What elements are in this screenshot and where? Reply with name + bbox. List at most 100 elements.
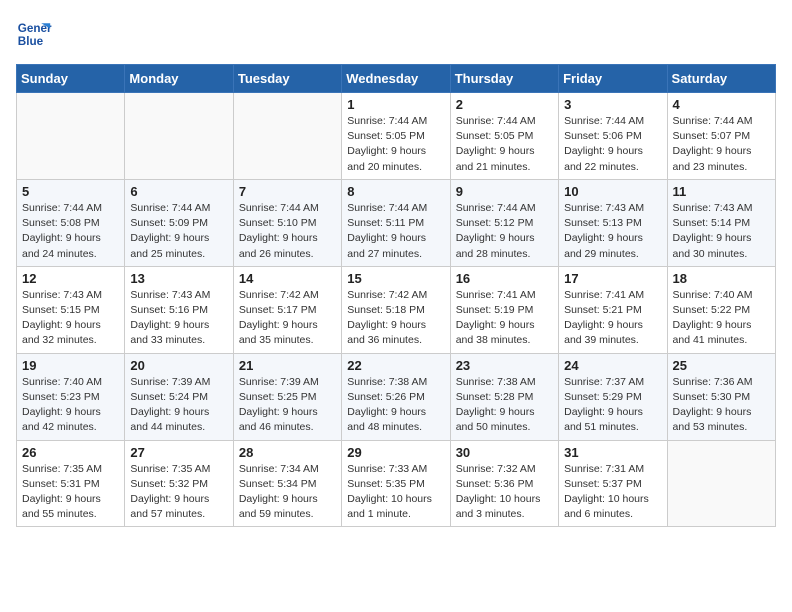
day-of-week-header: Thursday xyxy=(450,65,558,93)
day-number: 30 xyxy=(456,445,553,460)
day-number: 5 xyxy=(22,184,119,199)
day-number: 31 xyxy=(564,445,661,460)
day-info: Sunrise: 7:44 AM Sunset: 5:06 PM Dayligh… xyxy=(564,114,661,175)
day-number: 6 xyxy=(130,184,227,199)
calendar-day-cell: 22 Sunrise: 7:38 AM Sunset: 5:26 PM Dayli… xyxy=(342,353,450,440)
day-of-week-header: Wednesday xyxy=(342,65,450,93)
calendar-day-cell: 6 Sunrise: 7:44 AM Sunset: 5:09 PM Daylig… xyxy=(125,179,233,266)
day-info: Sunrise: 7:43 AM Sunset: 5:15 PM Dayligh… xyxy=(22,288,119,349)
day-of-week-header: Saturday xyxy=(667,65,775,93)
day-number: 23 xyxy=(456,358,553,373)
calendar-day-cell: 21Sunrise: 7:39 AM Sunset: 5:25 PM Dayli… xyxy=(233,353,341,440)
day-number: 10 xyxy=(564,184,661,199)
calendar-day-cell: 30 Sunrise: 7:32 AM Sunset: 5:36 PM Dayli… xyxy=(450,440,558,527)
day-number: 7 xyxy=(239,184,336,199)
day-number: 22 xyxy=(347,358,444,373)
day-info: Sunrise: 7:42 AM Sunset: 5:17 PM Dayligh… xyxy=(239,288,336,349)
calendar-day-cell: 20 Sunrise: 7:39 AM Sunset: 5:24 PM Dayli… xyxy=(125,353,233,440)
calendar-day-cell: 19 Sunrise: 7:40 AM Sunset: 5:23 PM Dayli… xyxy=(17,353,125,440)
day-number: 29 xyxy=(347,445,444,460)
day-number: 19 xyxy=(22,358,119,373)
day-number: 26 xyxy=(22,445,119,460)
calendar-day-cell: 18 Sunrise: 7:40 AM Sunset: 5:22 PM Dayli… xyxy=(667,266,775,353)
calendar-table: SundayMondayTuesdayWednesdayThursdayFrid… xyxy=(16,64,776,527)
day-number: 2 xyxy=(456,97,553,112)
calendar-day-cell xyxy=(125,93,233,180)
day-info: Sunrise: 7:44 AM Sunset: 5:09 PM Dayligh… xyxy=(130,201,227,262)
day-info: Sunrise: 7:44 AM Sunset: 5:07 PM Dayligh… xyxy=(673,114,770,175)
calendar-day-cell: 11Sunrise: 7:43 AM Sunset: 5:14 PM Dayli… xyxy=(667,179,775,266)
day-info: Sunrise: 7:35 AM Sunset: 5:31 PM Dayligh… xyxy=(22,462,119,523)
day-info: Sunrise: 7:38 AM Sunset: 5:26 PM Dayligh… xyxy=(347,375,444,436)
svg-text:Blue: Blue xyxy=(18,35,44,48)
day-number: 16 xyxy=(456,271,553,286)
day-number: 8 xyxy=(347,184,444,199)
calendar-day-cell: 31 Sunrise: 7:31 AM Sunset: 5:37 PM Dayli… xyxy=(559,440,667,527)
calendar-day-cell: 10 Sunrise: 7:43 AM Sunset: 5:13 PM Dayli… xyxy=(559,179,667,266)
day-info: Sunrise: 7:38 AM Sunset: 5:28 PM Dayligh… xyxy=(456,375,553,436)
day-info: Sunrise: 7:36 AM Sunset: 5:30 PM Dayligh… xyxy=(673,375,770,436)
calendar-week-row: 12 Sunrise: 7:43 AM Sunset: 5:15 PM Dayli… xyxy=(17,266,776,353)
calendar-day-cell: 4 Sunrise: 7:44 AM Sunset: 5:07 PM Daylig… xyxy=(667,93,775,180)
day-info: Sunrise: 7:44 AM Sunset: 5:12 PM Dayligh… xyxy=(456,201,553,262)
day-info: Sunrise: 7:31 AM Sunset: 5:37 PM Dayligh… xyxy=(564,462,661,523)
day-of-week-header: Sunday xyxy=(17,65,125,93)
day-number: 1 xyxy=(347,97,444,112)
day-number: 13 xyxy=(130,271,227,286)
calendar-day-cell: 7 Sunrise: 7:44 AM Sunset: 5:10 PM Daylig… xyxy=(233,179,341,266)
calendar-day-cell: 2 Sunrise: 7:44 AM Sunset: 5:05 PM Daylig… xyxy=(450,93,558,180)
day-number: 15 xyxy=(347,271,444,286)
day-of-week-header: Friday xyxy=(559,65,667,93)
calendar-day-cell: 3Sunrise: 7:44 AM Sunset: 5:06 PM Daylig… xyxy=(559,93,667,180)
day-info: Sunrise: 7:44 AM Sunset: 5:11 PM Dayligh… xyxy=(347,201,444,262)
calendar-header-row: SundayMondayTuesdayWednesdayThursdayFrid… xyxy=(17,65,776,93)
day-info: Sunrise: 7:32 AM Sunset: 5:36 PM Dayligh… xyxy=(456,462,553,523)
calendar-day-cell xyxy=(17,93,125,180)
calendar-day-cell: 16 Sunrise: 7:41 AM Sunset: 5:19 PM Dayli… xyxy=(450,266,558,353)
day-number: 18 xyxy=(673,271,770,286)
calendar-day-cell: 12 Sunrise: 7:43 AM Sunset: 5:15 PM Dayli… xyxy=(17,266,125,353)
calendar-week-row: 19 Sunrise: 7:40 AM Sunset: 5:23 PM Dayli… xyxy=(17,353,776,440)
calendar-day-cell: 1Sunrise: 7:44 AM Sunset: 5:05 PM Daylig… xyxy=(342,93,450,180)
day-info: Sunrise: 7:44 AM Sunset: 5:08 PM Dayligh… xyxy=(22,201,119,262)
day-number: 14 xyxy=(239,271,336,286)
day-info: Sunrise: 7:34 AM Sunset: 5:34 PM Dayligh… xyxy=(239,462,336,523)
day-info: Sunrise: 7:40 AM Sunset: 5:22 PM Dayligh… xyxy=(673,288,770,349)
logo-icon: General Blue xyxy=(16,16,52,52)
day-info: Sunrise: 7:39 AM Sunset: 5:24 PM Dayligh… xyxy=(130,375,227,436)
day-number: 28 xyxy=(239,445,336,460)
day-number: 27 xyxy=(130,445,227,460)
day-info: Sunrise: 7:42 AM Sunset: 5:18 PM Dayligh… xyxy=(347,288,444,349)
calendar-day-cell: 17 Sunrise: 7:41 AM Sunset: 5:21 PM Dayli… xyxy=(559,266,667,353)
day-info: Sunrise: 7:44 AM Sunset: 5:05 PM Dayligh… xyxy=(456,114,553,175)
calendar-day-cell: 28 Sunrise: 7:34 AM Sunset: 5:34 PM Dayli… xyxy=(233,440,341,527)
day-info: Sunrise: 7:41 AM Sunset: 5:19 PM Dayligh… xyxy=(456,288,553,349)
day-info: Sunrise: 7:35 AM Sunset: 5:32 PM Dayligh… xyxy=(130,462,227,523)
calendar-day-cell: 27 Sunrise: 7:35 AM Sunset: 5:32 PM Dayli… xyxy=(125,440,233,527)
calendar-day-cell: 9 Sunrise: 7:44 AM Sunset: 5:12 PM Daylig… xyxy=(450,179,558,266)
day-number: 25 xyxy=(673,358,770,373)
day-info: Sunrise: 7:44 AM Sunset: 5:10 PM Dayligh… xyxy=(239,201,336,262)
calendar-day-cell xyxy=(233,93,341,180)
day-info: Sunrise: 7:43 AM Sunset: 5:13 PM Dayligh… xyxy=(564,201,661,262)
day-number: 20 xyxy=(130,358,227,373)
day-number: 12 xyxy=(22,271,119,286)
calendar-day-cell: 13 Sunrise: 7:43 AM Sunset: 5:16 PM Dayli… xyxy=(125,266,233,353)
logo: General Blue xyxy=(16,16,56,52)
day-info: Sunrise: 7:40 AM Sunset: 5:23 PM Dayligh… xyxy=(22,375,119,436)
calendar-day-cell: 23 Sunrise: 7:38 AM Sunset: 5:28 PM Dayli… xyxy=(450,353,558,440)
day-number: 17 xyxy=(564,271,661,286)
calendar-day-cell: 26 Sunrise: 7:35 AM Sunset: 5:31 PM Dayli… xyxy=(17,440,125,527)
day-number: 21 xyxy=(239,358,336,373)
calendar-day-cell: 24Sunrise: 7:37 AM Sunset: 5:29 PM Dayli… xyxy=(559,353,667,440)
day-number: 4 xyxy=(673,97,770,112)
day-number: 9 xyxy=(456,184,553,199)
page-header: General Blue xyxy=(16,16,776,52)
day-info: Sunrise: 7:43 AM Sunset: 5:14 PM Dayligh… xyxy=(673,201,770,262)
day-of-week-header: Monday xyxy=(125,65,233,93)
day-info: Sunrise: 7:43 AM Sunset: 5:16 PM Dayligh… xyxy=(130,288,227,349)
day-info: Sunrise: 7:33 AM Sunset: 5:35 PM Dayligh… xyxy=(347,462,444,523)
calendar-week-row: 26 Sunrise: 7:35 AM Sunset: 5:31 PM Dayli… xyxy=(17,440,776,527)
day-info: Sunrise: 7:41 AM Sunset: 5:21 PM Dayligh… xyxy=(564,288,661,349)
day-of-week-header: Tuesday xyxy=(233,65,341,93)
